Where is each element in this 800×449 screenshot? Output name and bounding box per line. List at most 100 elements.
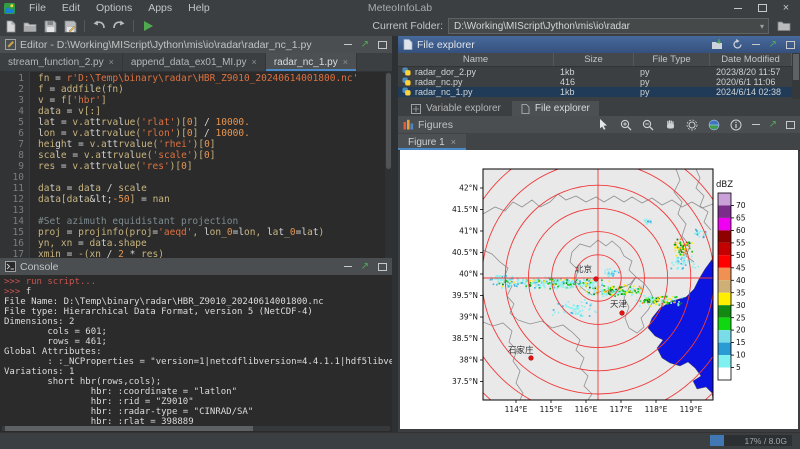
tab-append-data-ex01[interactable]: append_data_ex01_MI.py× xyxy=(123,53,266,71)
menu-edit[interactable]: Edit xyxy=(54,2,88,14)
line-number-gutter: 1234567891011121314151617 xyxy=(0,71,30,258)
file-explorer-float-icon[interactable]: ↗ xyxy=(769,39,777,50)
editor-panel: Editor - D:\Working\MIScript\Jython\mis\… xyxy=(0,36,392,258)
svg-text:119°E: 119°E xyxy=(680,405,703,414)
close-figure-icon[interactable]: × xyxy=(451,137,456,147)
save-button[interactable] xyxy=(40,17,60,35)
svg-text:65: 65 xyxy=(736,214,746,223)
refresh-icon[interactable] xyxy=(732,39,743,50)
editor-minimize-icon[interactable] xyxy=(344,44,352,45)
console-minimize-icon[interactable] xyxy=(344,266,352,267)
window-maximize-button[interactable] xyxy=(750,0,774,16)
tab-variable-explorer[interactable]: Variable explorer xyxy=(402,101,510,116)
new-file-button[interactable] xyxy=(0,17,20,35)
editor-scrollbar[interactable] xyxy=(385,71,392,258)
tab-radar-nc-1[interactable]: radar_nc_1.py× xyxy=(266,53,357,71)
close-tab-icon[interactable]: × xyxy=(343,57,348,67)
undo-button[interactable] xyxy=(89,17,109,35)
svg-text:40: 40 xyxy=(736,276,746,285)
figures-maximize-icon[interactable] xyxy=(786,121,795,129)
run-script-button[interactable] xyxy=(138,17,158,35)
svg-text:41°N: 41°N xyxy=(459,227,478,236)
figures-minimize-icon[interactable] xyxy=(752,124,760,125)
redo-button[interactable] xyxy=(109,17,129,35)
current-folder-dropdown-icon[interactable]: ▾ xyxy=(755,18,769,34)
menu-options[interactable]: Options xyxy=(88,2,140,14)
editor-icon xyxy=(5,39,16,50)
code-text[interactable]: fn = r'D:\Temp\binary\radar\HBR_Z9010_20… xyxy=(30,71,385,258)
import-file-icon[interactable] xyxy=(711,39,723,50)
editor-float-icon[interactable]: ↗ xyxy=(361,39,369,50)
svg-text:37.5°N: 37.5°N xyxy=(452,377,478,386)
console-output[interactable]: >>> run script...>>> fFile Name: D:\Temp… xyxy=(0,275,392,425)
svg-text:39.5°N: 39.5°N xyxy=(452,291,478,300)
console-panel: Console ↗ >>> run script...>>> fFile Nam… xyxy=(0,258,392,432)
tab-file-explorer[interactable]: File explorer xyxy=(512,101,599,116)
memory-usage-widget[interactable]: 17% / 8.0G xyxy=(710,435,792,446)
globe-icon[interactable] xyxy=(708,118,721,131)
file-explorer-icon xyxy=(403,39,413,50)
svg-text:118°E: 118°E xyxy=(645,405,668,414)
file-explorer-scrollbar[interactable] xyxy=(792,53,800,99)
svg-text:45: 45 xyxy=(736,263,746,272)
tab-stream-function-2[interactable]: stream_function_2.py× xyxy=(0,53,123,71)
tab-figure-1[interactable]: Figure 1 × xyxy=(398,134,466,150)
window-close-button[interactable]: × xyxy=(774,0,798,16)
console-icon xyxy=(5,261,16,272)
svg-text:70: 70 xyxy=(736,201,746,210)
editor-maximize-icon[interactable] xyxy=(378,41,387,49)
open-folder-button[interactable] xyxy=(20,17,40,35)
file-explorer-titlebar: File explorer ↗ xyxy=(398,36,800,53)
code-editor[interactable]: 1234567891011121314151617 fn = r'D:\Temp… xyxy=(0,71,385,258)
radar-map-figure: 北京天津石家庄42°N41.5°N41°N40.5°N40°N39.5°N39°… xyxy=(400,150,798,429)
column-name[interactable]: Name xyxy=(398,53,554,66)
file-explorer-title: File explorer xyxy=(417,39,475,51)
zoom-out-icon[interactable] xyxy=(642,118,655,131)
close-tab-icon[interactable]: × xyxy=(109,57,114,67)
save-as-button[interactable] xyxy=(60,17,80,35)
full-extent-icon[interactable] xyxy=(686,118,699,131)
svg-text:30: 30 xyxy=(736,301,746,310)
variable-explorer-icon xyxy=(411,104,421,114)
editor-tab-bar: stream_function_2.py× append_data_ex01_M… xyxy=(0,53,392,72)
pan-hand-icon[interactable] xyxy=(664,118,677,131)
table-row[interactable]: radar_nc.py416py2020/6/1 11:06 xyxy=(398,77,800,87)
figures-icon xyxy=(403,119,414,130)
file-explorer-maximize-icon[interactable] xyxy=(786,41,795,49)
close-tab-icon[interactable]: × xyxy=(252,57,257,67)
menu-file[interactable]: File xyxy=(21,2,54,14)
meteoinfolab-window: File Edit Options Apps Help MeteoInfoLab… xyxy=(0,0,800,448)
menu-apps[interactable]: Apps xyxy=(140,2,180,14)
svg-text:41.5°N: 41.5°N xyxy=(452,205,478,214)
file-explorer-minimize-icon[interactable] xyxy=(752,44,760,45)
console-float-icon[interactable]: ↗ xyxy=(361,261,369,272)
figures-float-icon[interactable]: ↗ xyxy=(769,119,777,130)
browse-folder-button[interactable] xyxy=(774,17,794,35)
table-row[interactable]: radar_nc_1.py1kbpy2024/6/14 02:38 xyxy=(398,87,800,97)
svg-text:25: 25 xyxy=(736,313,746,322)
menu-help[interactable]: Help xyxy=(180,2,218,14)
svg-text:115°E: 115°E xyxy=(540,405,563,414)
window-title: MeteoInfoLab xyxy=(368,2,432,14)
column-size[interactable]: Size xyxy=(554,53,634,66)
explorer-tab-bar: Variable explorer File explorer xyxy=(398,99,800,117)
select-pointer-icon[interactable] xyxy=(598,118,611,131)
svg-text:38.5°N: 38.5°N xyxy=(452,334,478,343)
svg-text:天津: 天津 xyxy=(610,299,628,310)
current-folder-input[interactable] xyxy=(448,18,769,34)
window-minimize-button[interactable] xyxy=(726,0,750,16)
console-hscrollbar[interactable] xyxy=(2,426,390,431)
file-explorer-panel: File explorer ↗ Name Size File Type Date… xyxy=(398,36,800,99)
zoom-in-icon[interactable] xyxy=(620,118,633,131)
column-date-modified[interactable]: Date Modified xyxy=(710,53,792,66)
column-file-type[interactable]: File Type xyxy=(634,53,710,66)
svg-text:40°N: 40°N xyxy=(459,270,478,279)
table-row[interactable]: radar_dor_2.py1kbpy2023/8/20 11:57 xyxy=(398,67,800,77)
file-table-header[interactable]: Name Size File Type Date Modified xyxy=(398,53,800,67)
console-titlebar: Console ↗ xyxy=(0,258,392,275)
menu-bar: File Edit Options Apps Help MeteoInfoLab… xyxy=(0,0,800,17)
svg-text:39°N: 39°N xyxy=(459,313,478,322)
console-maximize-icon[interactable] xyxy=(378,263,387,271)
info-icon[interactable] xyxy=(730,118,743,131)
figure-canvas[interactable]: 北京天津石家庄42°N41.5°N41°N40.5°N40°N39.5°N39°… xyxy=(400,150,798,429)
